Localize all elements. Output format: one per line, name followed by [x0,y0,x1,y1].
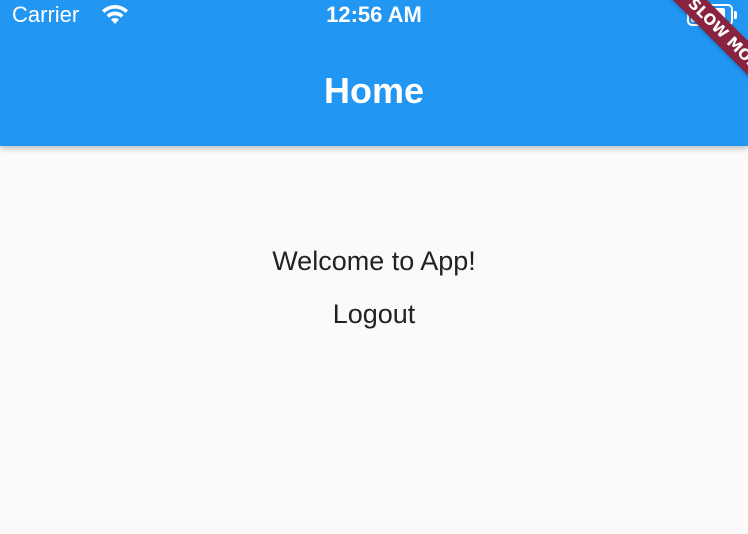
logout-button[interactable]: Logout [312,294,436,334]
main-content: Welcome to App! Logout [0,146,748,534]
status-bar: Carrier 12:56 AM [0,0,748,30]
app-bar: Carrier 12:56 AM Home [0,0,748,146]
page-title: Home [323,70,425,111]
status-time: 12:56 AM [326,2,422,27]
battery-tip [734,11,737,19]
welcome-message: Welcome to App! [272,246,476,276]
